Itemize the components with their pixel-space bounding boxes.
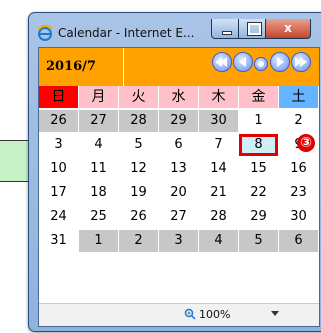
day-cell[interactable]: 5	[119, 134, 158, 156]
day-cell[interactable]: 27	[159, 206, 198, 228]
annotation-marker: ③	[297, 134, 315, 152]
minimize-button[interactable]	[211, 19, 239, 39]
day-cell[interactable]: 6	[279, 230, 318, 252]
day-cell[interactable]: 31	[39, 230, 78, 252]
maximize-icon	[247, 22, 262, 36]
day-cell[interactable]: 15	[239, 158, 278, 180]
close-icon: x	[284, 21, 292, 35]
day-cell[interactable]: 2	[279, 110, 318, 132]
day-cell[interactable]: 25	[79, 206, 118, 228]
window-title: Calendar - Internet E...	[58, 26, 195, 40]
nav-next-icon	[277, 57, 284, 67]
day-cell[interactable]: 4	[79, 134, 118, 156]
day-cell[interactable]: 10	[39, 158, 78, 180]
day-cell[interactable]: 4	[199, 230, 238, 252]
weekday-header-row: 日 月 火 水 木 金 土	[39, 86, 319, 108]
day-cell[interactable]: 19	[119, 182, 158, 204]
day-cell[interactable]: 3	[39, 134, 78, 156]
day-cell[interactable]: 6	[159, 134, 198, 156]
day-cell[interactable]: 1	[79, 230, 118, 252]
weekday-thu: 木	[199, 86, 238, 108]
status-bar: 100%	[39, 303, 319, 326]
day-cell[interactable]: 12	[119, 158, 158, 180]
nav-prev-icon	[239, 57, 246, 67]
weekday-tue: 火	[119, 86, 158, 108]
day-cell[interactable]: 24	[39, 206, 78, 228]
nav-today-icon	[258, 61, 264, 67]
dropdown-caret-icon[interactable]	[271, 311, 279, 316]
ie-icon	[37, 24, 53, 41]
day-cell[interactable]: 21	[199, 182, 238, 204]
calendar-page: 2016/7 日 月 火 水 木 金 土 26 27 28 29 30 1 2 …	[38, 47, 320, 327]
minimize-icon	[222, 31, 232, 35]
day-cell[interactable]: 14	[199, 158, 238, 180]
zoom-icon	[184, 308, 196, 320]
day-cell[interactable]: 16	[279, 158, 318, 180]
nav-prev-button[interactable]	[233, 52, 253, 72]
weekday-wed: 水	[159, 86, 198, 108]
day-cell[interactable]: 23	[279, 182, 318, 204]
nav-today-button[interactable]	[254, 57, 268, 71]
day-cell[interactable]: 3	[159, 230, 198, 252]
day-cell[interactable]: 7	[199, 134, 238, 156]
day-cell[interactable]: 17	[39, 182, 78, 204]
day-cell[interactable]: 2	[119, 230, 158, 252]
nav-next-button[interactable]	[270, 52, 290, 72]
year-month-box: 2016/7	[39, 48, 124, 86]
maximize-button[interactable]	[238, 19, 266, 39]
day-cell[interactable]: 30	[199, 110, 238, 132]
day-cell-selected[interactable]: 8	[239, 134, 278, 156]
weekday-mon: 月	[79, 86, 118, 108]
day-cell[interactable]: 1	[239, 110, 278, 132]
title-bar: Calendar - Internet E... x	[36, 19, 321, 45]
day-cell[interactable]: 13	[159, 158, 198, 180]
day-cell[interactable]: 27	[79, 110, 118, 132]
zoom-level[interactable]: 100%	[199, 308, 230, 321]
day-cell[interactable]: 18	[79, 182, 118, 204]
nav-last-button[interactable]	[291, 52, 311, 72]
browser-window: Calendar - Internet E... x 2016/7 日 月 火 …	[28, 12, 321, 332]
day-cell[interactable]: 30	[279, 206, 318, 228]
day-cell[interactable]: 11	[79, 158, 118, 180]
day-cell[interactable]: 22	[239, 182, 278, 204]
day-cell[interactable]: 29	[239, 206, 278, 228]
year-month-label: 2016/7	[46, 59, 96, 74]
nav-first-button[interactable]	[212, 52, 232, 72]
close-button[interactable]: x	[265, 19, 311, 39]
weekday-fri: 金	[239, 86, 278, 108]
weekday-sun: 日	[39, 86, 78, 108]
day-cell[interactable]: 28	[199, 206, 238, 228]
day-cell[interactable]: 5	[239, 230, 278, 252]
day-cell[interactable]: 20	[159, 182, 198, 204]
weekday-sat: 土	[279, 86, 318, 108]
nav-last-icon-part	[300, 57, 307, 67]
nav-first-icon-part	[220, 57, 227, 67]
day-cell[interactable]: 28	[119, 110, 158, 132]
day-cell[interactable]: 26	[119, 206, 158, 228]
calendar-header: 2016/7	[39, 48, 319, 86]
day-cell[interactable]: 29	[159, 110, 198, 132]
day-cell[interactable]: 26	[39, 110, 78, 132]
